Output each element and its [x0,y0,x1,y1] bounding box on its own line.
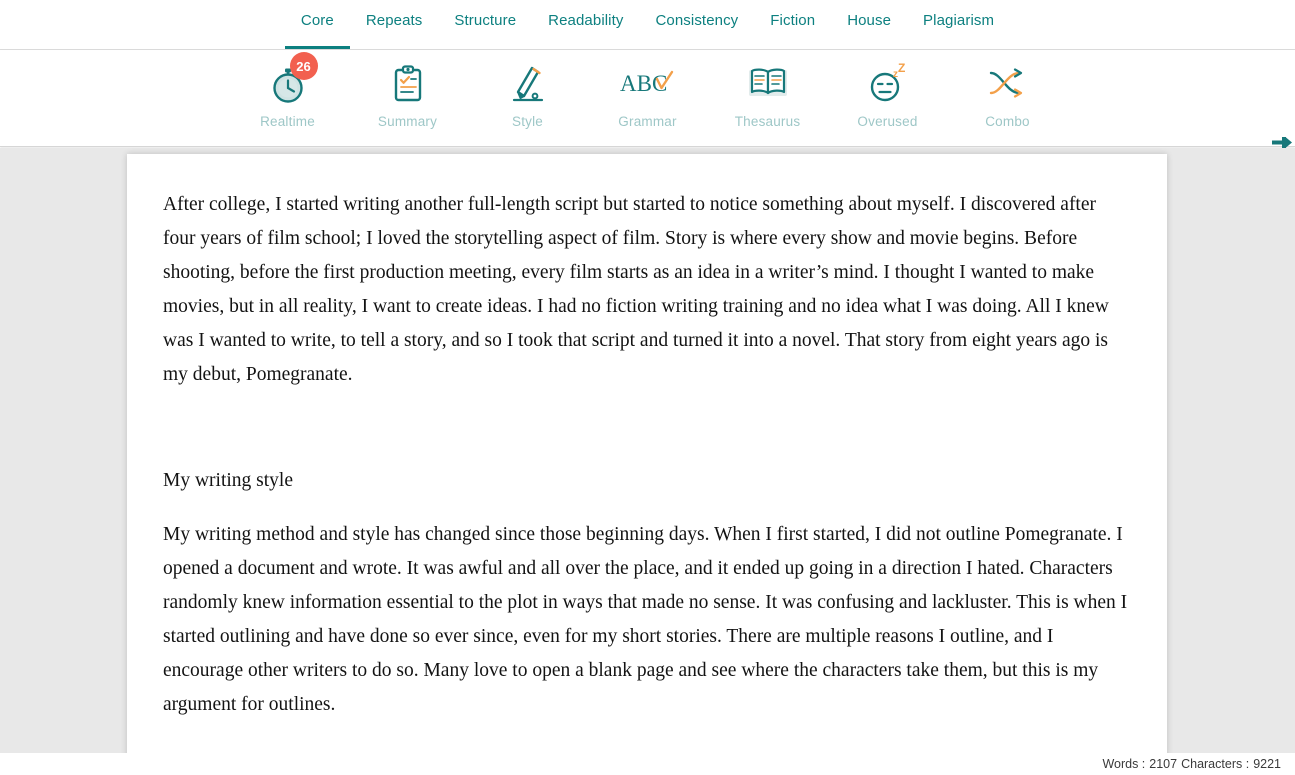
tab-consistency[interactable]: Consistency [639,0,754,49]
tab-structure[interactable]: Structure [438,0,532,49]
document-paragraph-1: After college, I started writing another… [163,194,1109,385]
status-bar: Words : 2107 Characters : 9221 [0,753,1295,775]
editor-area: After college, I started writing another… [0,148,1295,753]
tab-structure-label: Structure [454,12,517,29]
tab-house-label: House [847,12,892,29]
tab-core-label: Core [300,12,334,29]
top-nav-tabs: Core Repeats Structure Readability Consi… [0,0,1295,50]
toolbar-label-summary: Summary [377,114,438,129]
tab-readability-label: Readability [548,12,624,29]
tab-plagiarism-label: Plagiarism [923,12,995,29]
toolbar-item-realtime[interactable]: 26 Realtime [228,50,348,129]
toolbar-item-grammar[interactable]: ABC Grammar [588,50,708,129]
toolbar-item-combo[interactable]: Combo [948,50,1068,129]
tab-house[interactable]: House [831,0,907,49]
tab-fiction-label: Fiction [770,12,816,29]
words-label: Words : [1102,757,1146,771]
toolbar-label-overused: Overused [857,114,918,129]
open-book-icon [746,62,790,106]
tab-consistency-label: Consistency [655,12,739,29]
toolbar-item-summary[interactable]: Summary [348,50,468,129]
toolbar-label-style: Style [511,114,543,129]
pin-arrow-right-icon[interactable] [1271,134,1293,152]
toolbar-label-combo: Combo [985,114,1030,129]
toolbar-label-realtime: Realtime [260,114,315,129]
toolbar-item-style[interactable]: Style [468,50,588,129]
characters-label: Characters : [1181,757,1250,771]
tab-fiction[interactable]: Fiction [754,0,831,49]
tab-repeats-label: Repeats [365,12,423,29]
characters-value: 9221 [1253,757,1281,771]
toolbar-item-overused[interactable]: z Z Overused [828,50,948,129]
document-paragraph-2: My writing method and style has changed … [163,524,1128,715]
toolbar-label-grammar: Grammar [618,114,677,129]
tab-readability[interactable]: Readability [532,0,639,49]
tab-repeats[interactable]: Repeats [350,0,439,49]
heading-spacer [163,498,1131,518]
abc-check-icon: ABC [620,62,676,106]
toolbar-label-thesaurus: Thesaurus [734,114,801,129]
svg-text:Z: Z [898,63,905,75]
sleepy-face-icon: z Z [867,62,909,106]
realtime-badge: 26 [289,52,318,80]
tab-plagiarism[interactable]: Plagiarism [907,0,1010,49]
tab-core[interactable]: Core [284,0,350,49]
shuffle-arrows-icon [987,62,1029,106]
pen-icon [511,62,545,106]
words-value: 2107 [1149,757,1178,771]
document-heading-my-writing-style: My writing style [163,470,293,491]
clipboard-checklist-icon [391,62,425,106]
toolbar-item-thesaurus[interactable]: Thesaurus [708,50,828,129]
document-page[interactable]: After college, I started writing another… [127,154,1167,753]
icon-toolbar: 26 Realtime Summary Style ABC Grammar Th… [0,50,1295,147]
